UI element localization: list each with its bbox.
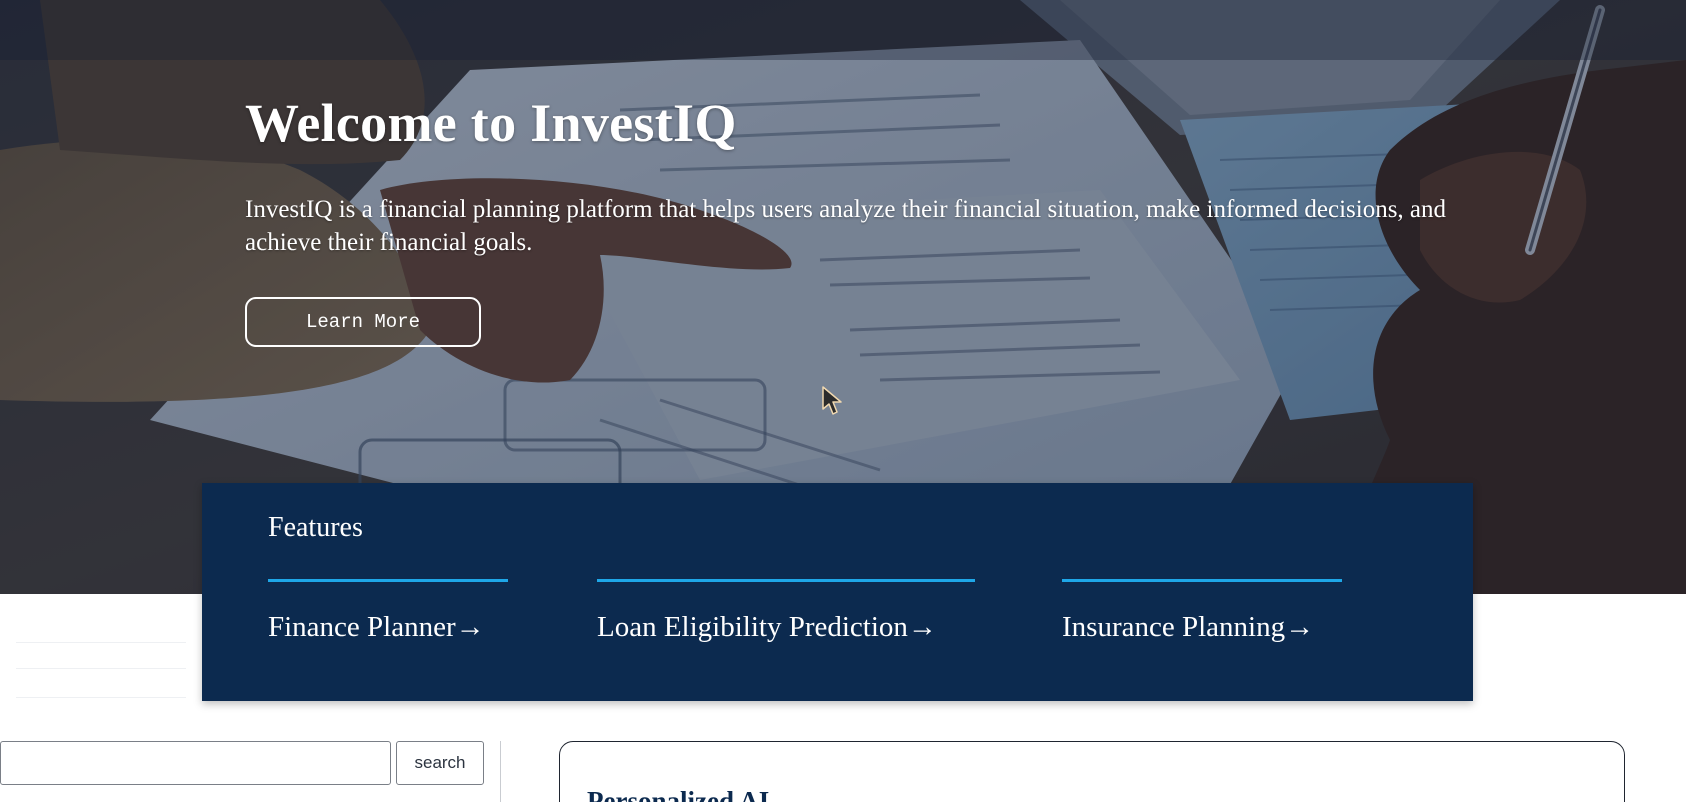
faint-divider — [16, 668, 186, 669]
feature-label: Finance Planner→ — [268, 611, 485, 643]
learn-more-button[interactable]: Learn More — [245, 297, 481, 347]
mouse-pointer-icon — [822, 386, 842, 415]
ai-card-title: Personalized AI — [587, 786, 770, 802]
feature-label: Insurance Planning→ — [1062, 611, 1315, 643]
faint-divider — [16, 697, 186, 698]
feature-accent-line — [268, 579, 508, 582]
feature-label: Loan Eligibility Prediction→ — [597, 611, 937, 643]
feature-accent-line — [597, 579, 975, 582]
feature-link-loan-eligibility[interactable]: Loan Eligibility Prediction→ — [597, 579, 975, 644]
feature-link-insurance-planning[interactable]: Insurance Planning→ — [1062, 579, 1342, 644]
features-title: Features — [268, 512, 363, 543]
hero-description: InvestIQ is a financial planning platfor… — [245, 196, 1447, 256]
feature-link-finance-planner[interactable]: Finance Planner→ — [268, 579, 508, 644]
features-card: Features Finance Planner→ Loan Eligibili… — [202, 483, 1473, 701]
personalized-ai-card[interactable]: Personalized AI — [559, 741, 1625, 802]
page: Welcome to InvestIQ InvestIQ is a financ… — [0, 0, 1686, 802]
faint-divider — [16, 642, 186, 643]
search-input[interactable] — [0, 741, 391, 785]
feature-accent-line — [1062, 579, 1342, 582]
search-button[interactable]: search — [396, 741, 484, 785]
hero-title: Welcome to InvestIQ — [245, 93, 737, 153]
vertical-divider — [500, 741, 501, 802]
